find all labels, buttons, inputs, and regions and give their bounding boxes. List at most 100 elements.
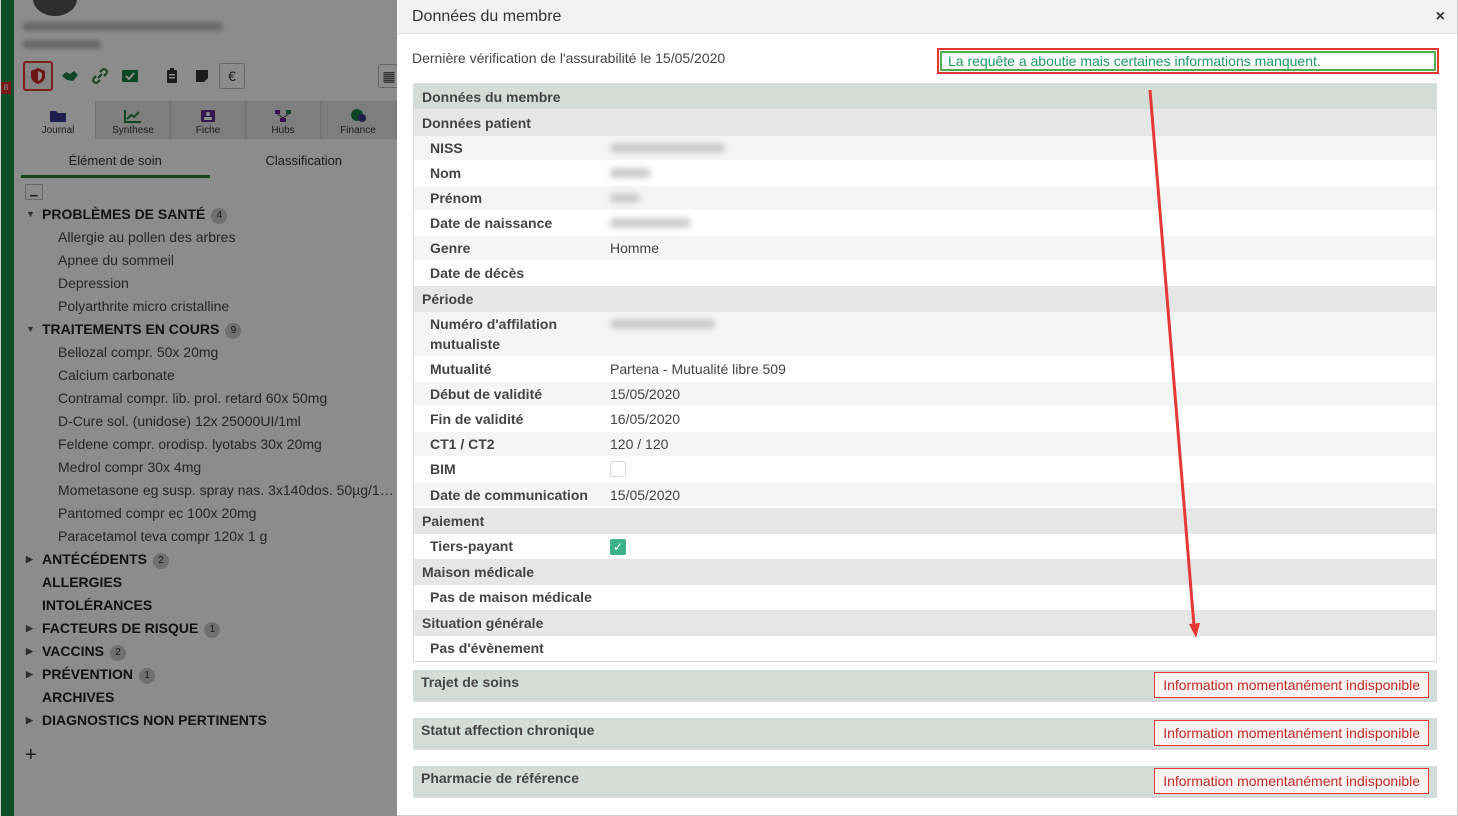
tree-category-vaccins[interactable]: ▶ VACCINS 2 xyxy=(23,640,397,663)
shield-icon xyxy=(31,68,45,84)
tab-fiche[interactable]: Fiche xyxy=(171,101,246,139)
data-row-fin-validite: Fin de validité 16/05/2020 xyxy=(414,407,1436,432)
blurred-value xyxy=(610,319,715,329)
care-element-tree: ▼ PROBLÈMES DE SANTÉ 4 Allergie au pollen … xyxy=(23,203,397,732)
data-row-affiliation: Numéro d'affilation mutualiste xyxy=(414,312,1436,357)
count-badge: 2 xyxy=(153,553,170,569)
tree-category-facteurs[interactable]: ▶ FACTEURS DE RISQUE 1 xyxy=(23,617,397,640)
data-row-maison-medicale: Pas de maison médicale xyxy=(414,585,1436,610)
section-header-patient: Données patient xyxy=(414,110,1436,136)
section-trajet-de-soins: Trajet de soins Information momentanémen… xyxy=(413,670,1437,702)
data-row-date-deces: Date de décès xyxy=(414,261,1436,286)
collapse-all-button[interactable]: ▁ xyxy=(25,184,43,200)
tree-category-intolerances[interactable]: INTOLÉRANCES xyxy=(23,594,397,617)
status-message: La requête a aboutie mais certaines info… xyxy=(937,48,1439,74)
tree-item[interactable]: Polyarthrite micro cristalline xyxy=(23,295,397,318)
section-header-membre: Données du membre xyxy=(414,84,1436,110)
data-row-date-naissance: Date de naissance xyxy=(414,211,1436,236)
clipboard-button[interactable] xyxy=(159,63,185,89)
add-element-button[interactable]: + xyxy=(25,744,37,767)
tree-category-antecedents[interactable]: ▶ ANTÉCÉDENTS 2 xyxy=(23,548,397,571)
count-badge: 4 xyxy=(211,208,228,224)
section-statut-affection: Statut affection chronique Information m… xyxy=(413,718,1437,750)
tree-item[interactable]: Pantomed compr ec 100x 20mg xyxy=(23,502,397,525)
data-row-date-communication: Date de communication 15/05/2020 xyxy=(414,483,1436,508)
count-badge: 9 xyxy=(225,323,242,339)
data-row-ct1-ct2: CT1 / CT2 120 / 120 xyxy=(414,432,1436,457)
data-row-situation: Pas d'évènement xyxy=(414,636,1436,661)
blurred-value xyxy=(610,143,725,153)
modal-title: Données du membre xyxy=(412,7,562,25)
id-card-icon xyxy=(201,110,215,122)
patient-id-blurred xyxy=(23,40,101,49)
tab-journal[interactable]: Journal xyxy=(21,101,96,139)
link-icon xyxy=(92,68,108,84)
content-sub-tabs: Élément de soin Classification xyxy=(21,146,397,178)
tree-item[interactable]: Depression xyxy=(23,272,397,295)
mail-check-button[interactable] xyxy=(117,63,143,89)
finance-icon xyxy=(351,109,366,122)
tree-item[interactable]: Calcium carbonate xyxy=(23,364,397,387)
data-row-tiers-payant: Tiers-payant ✓ xyxy=(414,534,1436,559)
note-button[interactable] xyxy=(189,63,215,89)
tree-category-archives[interactable]: ARCHIVES xyxy=(23,686,397,709)
modal-header: Données du membre × xyxy=(397,0,1457,34)
handshake-button[interactable] xyxy=(57,63,83,89)
data-row-prenom: Prénom xyxy=(414,186,1436,211)
insurability-button[interactable] xyxy=(23,61,53,91)
tree-item[interactable]: Mometasone eg susp. spray nas. 3x140dos.… xyxy=(23,479,397,502)
tree-item[interactable]: Contramal compr. lib. prol. retard 60x 5… xyxy=(23,387,397,410)
collapse-icon: ▁ xyxy=(30,186,38,197)
caret-right-icon: ▶ xyxy=(26,554,33,564)
unavailable-badge: Information momentanément indisponible xyxy=(1154,720,1429,746)
tree-item[interactable]: Medrol compr 30x 4mg xyxy=(23,456,397,479)
data-row-nom: Nom xyxy=(414,161,1436,186)
count-badge: 2 xyxy=(109,645,126,661)
member-data-modal: Données du membre × Dernière vérificatio… xyxy=(397,0,1458,816)
blurred-value xyxy=(610,218,690,228)
data-row-debut-validite: Début de validité 15/05/2020 xyxy=(414,382,1436,407)
link-button[interactable] xyxy=(87,63,113,89)
green-side-strip xyxy=(1,0,14,816)
blurred-value xyxy=(610,193,640,203)
tree-item[interactable]: Bellozal compr. 50x 20mg xyxy=(23,341,397,364)
tree-category-traitements[interactable]: ▼ TRAITEMENTS EN COURS 9 xyxy=(23,318,397,341)
hub-icon xyxy=(275,110,291,122)
tab-finance[interactable]: Finance xyxy=(321,101,396,139)
tree-item[interactable]: Apnee du sommeil xyxy=(23,249,397,272)
patient-name-blurred xyxy=(23,22,223,31)
euro-icon: € xyxy=(228,68,236,84)
tree-category-prevention[interactable]: ▶ PRÉVENTION 1 xyxy=(23,663,397,686)
folder-icon xyxy=(50,111,66,122)
tab-hubs[interactable]: Hubs xyxy=(246,101,321,139)
tab-element-de-soin[interactable]: Élément de soin xyxy=(21,146,210,178)
tab-classification[interactable]: Classification xyxy=(210,146,398,178)
data-row-genre: Genre Homme xyxy=(414,236,1436,261)
tree-item[interactable]: Paracetamol teva compr 120x 1 g xyxy=(23,525,397,548)
caret-right-icon: ▶ xyxy=(26,669,33,679)
blurred-value xyxy=(610,168,650,178)
section-title: Pharmacie de référence xyxy=(421,770,579,786)
caret-right-icon: ▶ xyxy=(26,715,33,725)
tree-item[interactable]: Allergie au pollen des arbres xyxy=(23,226,397,249)
tree-category-allergies[interactable]: ALLERGIES xyxy=(23,571,397,594)
sticky-note-icon xyxy=(196,70,208,82)
finance-button[interactable]: € xyxy=(219,63,245,89)
tree-item[interactable]: Feldene compr. orodisp. lyotabs 30x 20mg xyxy=(23,433,397,456)
handshake-icon xyxy=(62,71,78,81)
tiers-payant-checkbox: ✓ xyxy=(610,539,626,555)
close-icon[interactable]: × xyxy=(1436,8,1445,26)
data-row-bim: BIM xyxy=(414,457,1436,483)
unavailable-badge: Information momentanément indisponible xyxy=(1154,672,1429,698)
member-data-table: Données du membre Données patient NISS N… xyxy=(413,83,1437,662)
unavailable-badge: Information momentanément indisponible xyxy=(1154,768,1429,794)
data-row-mutualite: Mutualité Partena - Mutualité libre 509 xyxy=(414,357,1436,382)
tree-category-problemes[interactable]: ▼ PROBLÈMES DE SANTÉ 4 xyxy=(23,203,397,226)
left-app-panel: 8 € ▦ Journal Synthese Fiche Hubs Financ… xyxy=(0,0,397,816)
caret-right-icon: ▶ xyxy=(26,646,33,656)
tree-item[interactable]: D-Cure sol. (unidose) 12x 25000UI/1ml xyxy=(23,410,397,433)
tab-synthese[interactable]: Synthese xyxy=(96,101,171,139)
tree-category-diagnostics[interactable]: ▶ DIAGNOSTICS NON PERTINENTS xyxy=(23,709,397,732)
last-verification-text: Dernière vérification de l'assurabilité … xyxy=(412,50,726,66)
grid-button[interactable]: ▦ xyxy=(378,64,397,88)
